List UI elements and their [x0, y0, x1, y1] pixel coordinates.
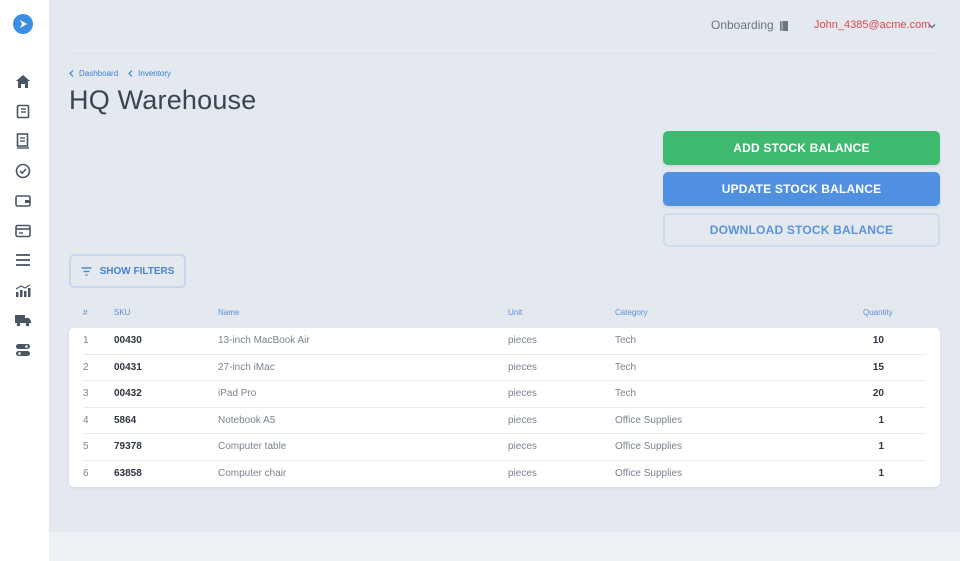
row-category: Tech	[615, 388, 637, 399]
table-row[interactable]: 2 00431 27-inch iMac pieces Tech 15	[69, 355, 940, 381]
row-unit: pieces	[508, 467, 537, 479]
column-header-quantity[interactable]: Quantity	[863, 308, 893, 317]
breadcrumb: Dashboard Inventory	[69, 69, 171, 78]
header-divider	[69, 50, 940, 51]
chart-icon[interactable]	[14, 282, 32, 300]
add-stock-balance-button[interactable]: ADD STOCK BALANCE	[663, 131, 940, 165]
table-row[interactable]: 6 63858 Computer chair pieces Office Sup…	[69, 461, 940, 488]
breadcrumb-inventory[interactable]: Inventory	[128, 69, 171, 78]
app-logo-icon[interactable]	[13, 14, 33, 34]
breadcrumb-label: Inventory	[138, 69, 172, 78]
column-header-number[interactable]: #	[83, 308, 87, 317]
row-quantity: 15	[872, 361, 884, 373]
row-number: 3	[83, 388, 89, 399]
row-quantity: 1	[878, 441, 884, 452]
row-sku: 00431	[114, 361, 142, 373]
chevron-left-icon	[128, 70, 133, 77]
row-name: Notebook A5	[218, 414, 276, 426]
row-quantity: 1	[878, 414, 884, 426]
row-unit: pieces	[508, 335, 537, 346]
home-icon[interactable]	[14, 72, 32, 90]
wallet-icon[interactable]	[14, 192, 32, 210]
row-quantity: 10	[872, 335, 884, 346]
row-sku: 63858	[114, 467, 142, 479]
row-sku: 5864	[114, 414, 137, 426]
row-unit: pieces	[508, 414, 537, 426]
chevron-down-icon[interactable]	[927, 18, 937, 30]
row-category: Office Supplies	[615, 467, 683, 479]
show-filters-label: SHOW FILTERS	[99, 265, 175, 277]
main-content: Onboarding John_4385@acme.com Dashboard …	[49, 0, 960, 532]
table-row[interactable]: 1 00430 13-inch MacBook Air pieces Tech …	[69, 328, 940, 355]
row-name: Computer chair	[218, 467, 287, 479]
row-quantity: 20	[872, 388, 884, 399]
chevron-left-icon	[69, 70, 74, 77]
truck-icon[interactable]	[14, 311, 32, 329]
row-number: 5	[83, 441, 89, 452]
row-name: iPad Pro	[218, 388, 257, 399]
toggle-icon[interactable]	[14, 341, 32, 359]
breadcrumb-label: Dashboard	[79, 69, 119, 78]
sidebar	[0, 0, 49, 561]
card-icon[interactable]	[14, 222, 32, 240]
column-header-category[interactable]: Category	[615, 308, 647, 317]
row-category: Office Supplies	[615, 414, 683, 426]
column-header-name[interactable]: Name	[218, 308, 239, 317]
receipt-icon[interactable]	[14, 102, 32, 120]
filter-icon	[81, 266, 92, 276]
row-unit: pieces	[508, 441, 537, 452]
inventory-table: 1 00430 13-inch MacBook Air pieces Tech …	[69, 328, 940, 487]
show-filters-button[interactable]: SHOW FILTERS	[69, 254, 186, 288]
row-number: 6	[83, 467, 89, 479]
row-sku: 79378	[114, 441, 142, 452]
document-icon[interactable]	[14, 132, 32, 150]
table-row[interactable]: 5 79378 Computer table pieces Office Sup…	[69, 434, 940, 461]
table-row[interactable]: 4 5864 Notebook A5 pieces Office Supplie…	[69, 408, 940, 434]
row-name: 13-inch MacBook Air	[218, 335, 310, 346]
footer-area	[49, 532, 960, 561]
row-unit: pieces	[508, 388, 537, 399]
row-sku: 00430	[114, 335, 142, 346]
onboarding-link[interactable]: Onboarding	[711, 18, 774, 32]
update-stock-balance-button[interactable]: UPDATE STOCK BALANCE	[663, 172, 940, 206]
book-icon[interactable]	[779, 19, 789, 31]
column-header-unit[interactable]: Unit	[508, 308, 522, 317]
row-category: Tech	[615, 335, 637, 346]
row-sku: 00432	[114, 388, 142, 399]
row-unit: pieces	[508, 361, 537, 373]
row-number: 4	[83, 414, 89, 426]
row-number: 2	[83, 361, 89, 373]
table-row[interactable]: 3 00432 iPad Pro pieces Tech 20	[69, 381, 940, 408]
user-menu[interactable]: John_4385@acme.com	[814, 19, 930, 31]
download-stock-balance-button[interactable]: DOWNLOAD STOCK BALANCE	[663, 213, 940, 247]
page-title: HQ Warehouse	[69, 85, 257, 115]
check-circle-icon[interactable]	[14, 162, 32, 180]
row-category: Office Supplies	[615, 441, 683, 452]
row-name: 27-inch iMac	[218, 361, 275, 373]
row-quantity: 1	[878, 467, 884, 479]
row-number: 1	[83, 335, 89, 346]
column-header-sku[interactable]: SKU	[114, 308, 130, 317]
menu-icon[interactable]	[14, 251, 32, 269]
breadcrumb-dashboard[interactable]: Dashboard	[69, 69, 118, 78]
row-name: Computer table	[218, 441, 287, 452]
row-category: Tech	[615, 361, 637, 373]
